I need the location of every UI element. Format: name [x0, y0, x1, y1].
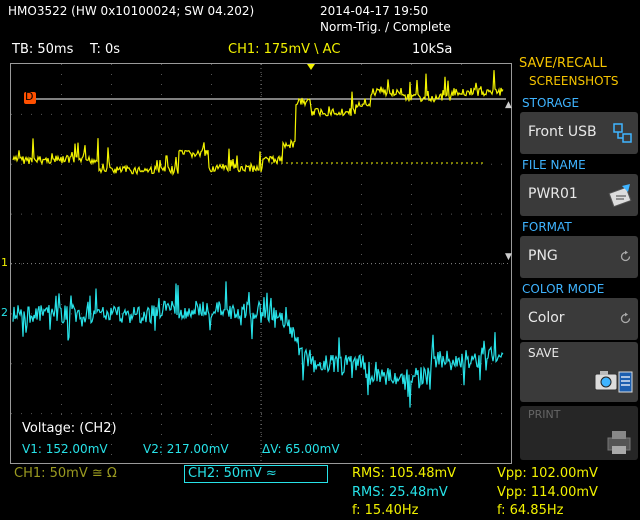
trigger-position-marker[interactable] [307, 64, 315, 70]
ch1-waveform [12, 70, 504, 177]
storage-button[interactable]: Front USB [520, 112, 638, 154]
trigger-marker-label: D [25, 90, 34, 103]
print-button[interactable]: PRINT [520, 406, 638, 460]
print-label: PRINT [528, 408, 561, 421]
ch1-ground-marker[interactable]: 1 [1, 256, 8, 269]
format-heading: FORMAT [522, 220, 572, 234]
ch1-trigger-readout: CH1: 175mV \ AC [228, 42, 341, 57]
waveform-graticule [11, 64, 511, 463]
trigger-time-readout: T: 0s [90, 42, 121, 57]
color-mode-button[interactable]: Color [520, 298, 638, 340]
cursor-v1: V1: 152.00mV [22, 442, 108, 456]
camera-icon [594, 371, 633, 393]
file-name-heading: FILE NAME [522, 158, 586, 172]
cycle-icon [620, 312, 631, 324]
menu-title: SAVE/RECALL [519, 56, 607, 71]
meas-vpp-ch2: Vpp: 114.00mV [497, 485, 598, 500]
trigger-state: Norm-Trig. / Complete [320, 20, 451, 34]
device-info: HMO3522 (HW 0x10100024; SW 04.202) [8, 4, 255, 18]
meas-vpp-ch1: Vpp: 102.00mV [497, 466, 598, 481]
trigger-level-marker[interactable]: D [24, 90, 36, 104]
scroll-down-arrow[interactable]: ▼ [505, 252, 512, 262]
ch2-waveform [12, 281, 504, 408]
meas-freq-ch1: f: 64.85Hz [497, 503, 564, 518]
waveform-display [10, 63, 512, 464]
file-name-value: PWR01 [528, 186, 578, 202]
storage-value: Front USB [528, 124, 597, 140]
sample-rate-readout: 10kSa [412, 42, 453, 57]
meas-rms-ch1: RMS: 105.48mV [352, 466, 457, 481]
usb-storage-icon [613, 123, 632, 143]
format-button[interactable]: PNG [520, 236, 638, 278]
ch2-setting-label[interactable]: CH2: 50mV ≈ [184, 465, 328, 483]
ch1-setting-label[interactable]: CH1: 50mV ≅ Ω [14, 466, 117, 481]
color-mode-heading: COLOR MODE [522, 282, 605, 296]
edit-name-icon [608, 184, 632, 208]
file-name-button[interactable]: PWR01 [520, 174, 638, 216]
save-button[interactable]: SAVE [520, 342, 638, 402]
cursor-title: Voltage: (CH2) [22, 421, 117, 436]
scroll-up-arrow[interactable]: ▲ [505, 100, 512, 110]
save-label: SAVE [528, 346, 560, 360]
color-mode-value: Color [528, 310, 565, 326]
ch2-ground-marker[interactable]: 2 [1, 306, 8, 319]
cycle-icon [620, 250, 631, 262]
cursor-delta-v: ΔV: 65.00mV [262, 442, 340, 456]
meas-rms-ch2: RMS: 25.48mV [352, 485, 448, 500]
storage-heading: STORAGE [522, 96, 580, 110]
meas-freq-ch2: f: 15.40Hz [352, 503, 419, 518]
menu-subtitle: SCREENSHOTS [529, 74, 619, 88]
printer-icon [607, 431, 631, 454]
datetime: 2014-04-17 19:50 [320, 4, 429, 18]
cursor-v2: V2: 217.00mV [143, 442, 229, 456]
timebase-readout: TB: 50ms [12, 42, 74, 57]
format-value: PNG [528, 248, 558, 264]
